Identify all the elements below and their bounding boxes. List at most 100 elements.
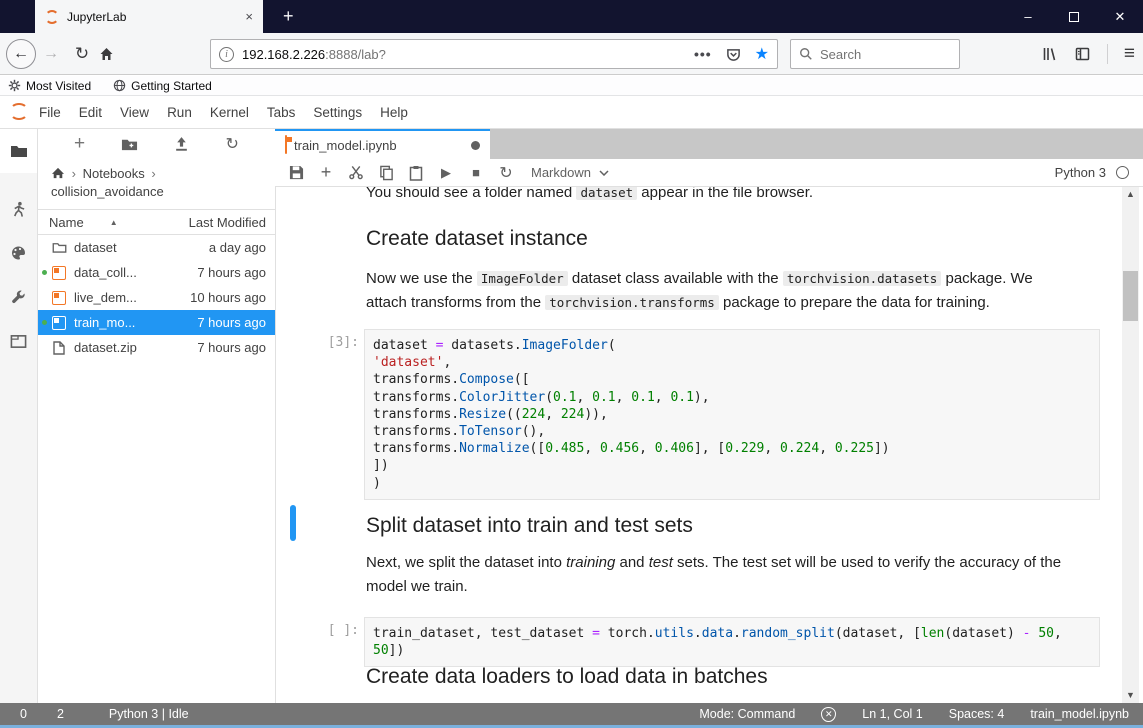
menu-kernel[interactable]: Kernel: [201, 105, 258, 120]
copy-cells-button[interactable]: [371, 165, 401, 181]
site-info-icon[interactable]: i: [219, 46, 234, 62]
kernel-name[interactable]: Python 3: [1055, 165, 1106, 180]
markdown-paragraph-imagefolder[interactable]: Now we use the ImageFolder dataset class…: [366, 267, 1071, 315]
sidebars-icon[interactable]: [1074, 46, 1091, 62]
menu-file[interactable]: File: [30, 105, 70, 120]
code-cell-random-split[interactable]: train_dataset, test_dataset = torch.util…: [364, 617, 1100, 668]
new-launcher-icon[interactable]: +: [74, 133, 85, 155]
cell-type-dropdown[interactable]: Markdown: [531, 165, 609, 180]
file-modified: 10 hours ago: [190, 290, 266, 305]
home-button[interactable]: [98, 46, 134, 62]
new-tab-button[interactable]: +: [283, 6, 294, 26]
heading-create-dataset-instance: Create dataset instance: [366, 227, 588, 250]
spaces-indicator[interactable]: Spaces: 4: [949, 707, 1005, 721]
markdown-cell-clipped[interactable]: You should see a folder named dataset ap…: [366, 187, 1076, 205]
menu-view[interactable]: View: [111, 105, 158, 120]
minimize-button[interactable]: –: [1005, 0, 1051, 33]
file-modified: 7 hours ago: [197, 340, 266, 355]
sidebar-tab-filebrowser[interactable]: [0, 129, 37, 173]
back-button[interactable]: ←: [6, 38, 36, 69]
bookmark-most-visited[interactable]: Most Visited: [8, 79, 91, 93]
new-folder-icon[interactable]: [121, 137, 138, 152]
file-row-train-model[interactable]: train_mo... 7 hours ago: [38, 310, 275, 335]
scroll-down-icon[interactable]: ▼: [1122, 688, 1139, 703]
menu-run[interactable]: Run: [158, 105, 201, 120]
code-cell-dataset[interactable]: dataset = datasets.ImageFolder( 'dataset…: [364, 329, 1100, 500]
notebook-toolbar: + ▶ ■ ↻ Markdown Python 3: [275, 159, 1143, 187]
terminals-count[interactable]: 0: [20, 707, 27, 721]
scroll-up-icon[interactable]: ▲: [1122, 187, 1139, 202]
refresh-files-icon[interactable]: ↻: [225, 134, 238, 154]
browser-tab-title: JupyterLab: [67, 9, 127, 24]
file-row-data-collection[interactable]: data_coll... 7 hours ago: [38, 260, 275, 285]
sort-ascending-icon: ▲: [109, 217, 118, 227]
mode-indicator[interactable]: Mode: Command: [699, 707, 795, 721]
page-actions-icon[interactable]: •••: [694, 46, 712, 62]
column-last-modified[interactable]: Last Modified: [189, 215, 266, 230]
breadcrumb-home-icon[interactable]: [51, 166, 65, 181]
notebook-scrollbar[interactable]: ▲ ▼: [1122, 187, 1139, 703]
browser-tab[interactable]: JupyterLab ×: [35, 0, 263, 33]
trust-shield-icon[interactable]: ✕: [821, 706, 837, 722]
cut-cells-button[interactable]: [341, 165, 371, 180]
upload-icon[interactable]: [174, 136, 189, 152]
file-row-dataset[interactable]: dataset a day ago: [38, 235, 275, 260]
paste-cells-button[interactable]: [401, 165, 431, 181]
menu-edit[interactable]: Edit: [70, 105, 111, 120]
maximize-icon: [1069, 11, 1079, 22]
dock-tabbar: train_model.ipynb: [275, 129, 1143, 159]
kernel-status-text[interactable]: Python 3 | Idle: [109, 707, 189, 721]
file-list-header[interactable]: Name ▲ Last Modified: [38, 209, 275, 235]
file-row-live-demo[interactable]: live_dem... 10 hours ago: [38, 285, 275, 310]
close-button[interactable]: ✕: [1097, 0, 1143, 33]
notebook-tab[interactable]: train_model.ipynb: [275, 129, 490, 159]
palette-icon: [10, 245, 27, 261]
column-name[interactable]: Name: [49, 215, 84, 230]
stop-kernel-button[interactable]: ■: [461, 165, 491, 180]
markdown-paragraph-split[interactable]: Next, we split the dataset into training…: [366, 551, 1081, 599]
menu-settings[interactable]: Settings: [304, 105, 371, 120]
file-modified: 7 hours ago: [197, 315, 266, 330]
bookmark-star-icon[interactable]: ★: [755, 44, 769, 64]
sidebar-tab-open-tabs[interactable]: [0, 319, 37, 363]
restart-kernel-button[interactable]: ↻: [491, 163, 521, 183]
pocket-icon[interactable]: [726, 47, 741, 62]
folder-icon: [51, 241, 67, 254]
url-text[interactable]: 192.168.2.226:8888/lab?: [242, 47, 694, 62]
menu-help[interactable]: Help: [371, 105, 417, 120]
library-icon[interactable]: [1041, 46, 1058, 62]
url-bar[interactable]: i 192.168.2.226:8888/lab? ••• ★: [210, 39, 778, 69]
save-button[interactable]: [281, 165, 311, 180]
cursor-position[interactable]: Ln 1, Col 1: [862, 707, 922, 721]
sidebar-tab-inspector[interactable]: [0, 275, 37, 319]
kernel-status-icon[interactable]: [1116, 166, 1129, 179]
jupyter-logo-icon: [8, 102, 30, 122]
sidebar-tab-commands[interactable]: [0, 231, 37, 275]
menu-tabs[interactable]: Tabs: [258, 105, 305, 120]
scrollbar-thumb[interactable]: [1123, 271, 1138, 321]
bookmark-label: Most Visited: [26, 78, 92, 93]
menu-hamburger-icon[interactable]: ≡: [1124, 43, 1135, 65]
search-bar[interactable]: Search: [790, 39, 960, 69]
kernels-count[interactable]: 2: [57, 707, 64, 721]
reload-button[interactable]: ↻: [66, 44, 98, 64]
maximize-button[interactable]: [1051, 0, 1097, 33]
add-cell-button[interactable]: +: [311, 162, 341, 183]
file-name: dataset: [74, 240, 117, 255]
activity-bar: [0, 129, 38, 703]
unsaved-changes-dot[interactable]: [471, 140, 480, 150]
breadcrumb-current-folder[interactable]: collision_avoidance: [51, 184, 164, 199]
sidebar-tab-running[interactable]: [0, 187, 37, 231]
tab-close-icon[interactable]: ×: [245, 9, 253, 24]
globe-icon: [113, 79, 126, 92]
breadcrumb-separator: ›: [71, 166, 76, 181]
file-row-dataset-zip[interactable]: dataset.zip 7 hours ago: [38, 335, 275, 360]
forward-button[interactable]: →: [36, 45, 66, 63]
browser-titlebar: JupyterLab × + – ✕: [0, 0, 1143, 33]
file-modified: 7 hours ago: [197, 265, 266, 280]
run-cell-button[interactable]: ▶: [431, 165, 461, 181]
bookmark-getting-started[interactable]: Getting Started: [113, 79, 212, 93]
breadcrumb-notebooks[interactable]: Notebooks: [83, 166, 145, 181]
url-path: :8888/lab?: [325, 46, 386, 62]
notebook-content[interactable]: You should see a folder named dataset ap…: [275, 187, 1143, 703]
